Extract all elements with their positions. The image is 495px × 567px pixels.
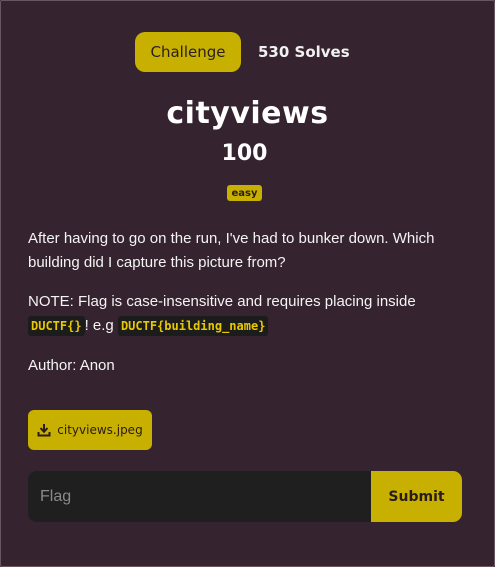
difficulty-badge: easy	[227, 185, 262, 201]
flag-format-code: DUCTF{}	[28, 316, 85, 336]
challenge-title: cityviews	[166, 96, 329, 131]
download-icon	[37, 424, 51, 437]
flag-form: Submit	[28, 471, 462, 522]
challenge-description: After having to go on the run, I've had …	[28, 230, 435, 271]
download-file-button[interactable]: cityviews.jpeg	[28, 410, 152, 450]
submit-button[interactable]: Submit	[371, 471, 462, 522]
challenge-note: NOTE: Flag is case-insensitive and requi…	[28, 290, 468, 338]
modal-tabs: Challenge 530 Solves	[135, 32, 350, 72]
tab-solves[interactable]: 530 Solves	[258, 43, 350, 61]
tab-challenge[interactable]: Challenge	[135, 32, 241, 72]
challenge-points: 100	[221, 141, 268, 166]
note-mid: ! e.g	[84, 317, 114, 334]
flag-example-code: DUCTF{building_name}	[117, 316, 269, 336]
flag-input[interactable]	[28, 471, 371, 522]
note-prefix: NOTE: Flag is case-insensitive and requi…	[28, 293, 416, 310]
download-file-label: cityviews.jpeg	[57, 423, 143, 437]
challenge-author: Author: Anon	[28, 357, 115, 374]
